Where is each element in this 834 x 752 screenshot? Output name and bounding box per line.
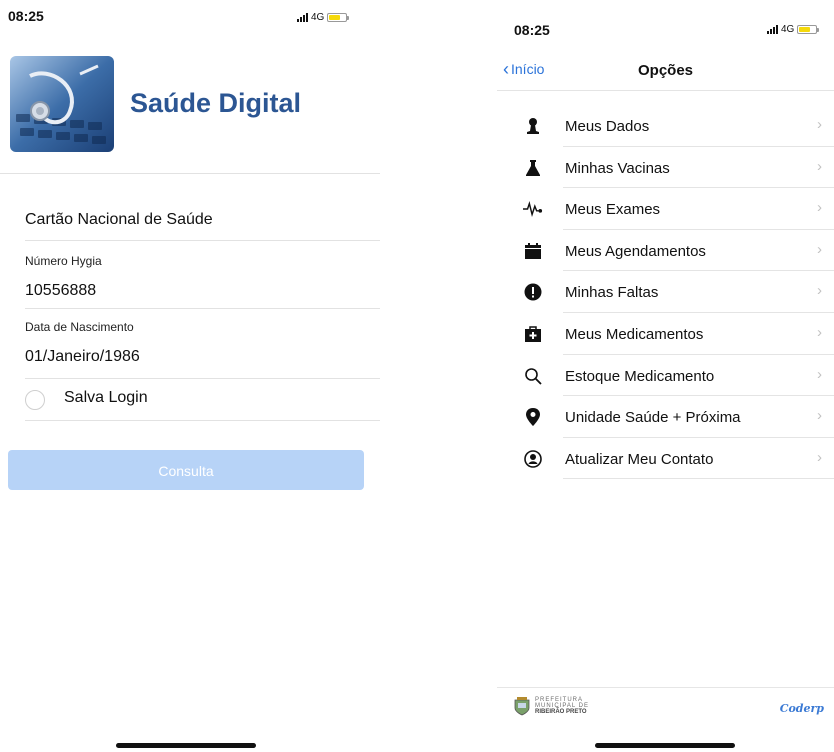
home-indicator (116, 743, 256, 748)
menu-item-label: Meus Medicamentos (565, 325, 704, 343)
flask-icon (523, 158, 543, 178)
menu-item-atualizar-contato[interactable]: Atualizar Meu Contato › (497, 438, 834, 480)
coderp-logo: Coderp (779, 702, 824, 715)
consulta-button[interactable]: Consulta (8, 450, 364, 490)
chevron-right-icon: › (817, 157, 822, 175)
chevron-right-icon: › (817, 365, 822, 383)
nav-divider (497, 90, 834, 91)
app-logo (10, 56, 114, 152)
signal-icon (297, 13, 308, 22)
divider (25, 420, 380, 421)
status-icons: 4G (297, 12, 350, 23)
chevron-right-icon: › (817, 199, 822, 217)
menu-item-label: Unidade Saúde + Próxima (565, 409, 741, 427)
status-bar: 08:25 4G (0, 8, 380, 38)
battery-icon (797, 25, 820, 34)
hygia-label: Número Hygia (25, 254, 102, 268)
chevron-right-icon: › (817, 116, 822, 133)
chevron-right-icon: › (817, 282, 822, 300)
menu-item-meus-dados[interactable]: Meus Dados › (497, 105, 834, 147)
menu-item-label: Meus Exames (565, 201, 661, 219)
save-login-label[interactable]: Salva Login (64, 389, 148, 407)
footer: PREFEITURA MUNICIPAL DE RIBEIRÃO PRETO C… (497, 687, 834, 728)
heartbeat-icon (523, 199, 543, 219)
options-menu: Meus Dados › Minhas Vacinas › Meus Exame… (497, 105, 834, 480)
chevron-right-icon: › (817, 240, 822, 258)
status-time: 08:25 (8, 8, 44, 24)
divider (563, 478, 834, 480)
status-time: 08:25 (514, 22, 550, 38)
menu-item-estoque-medicamento[interactable]: Estoque Medicamento › (497, 355, 834, 397)
hygia-number-field[interactable]: 10556888 (25, 282, 96, 300)
menu-item-label: Atualizar Meu Contato (565, 450, 714, 468)
medical-kit-icon (523, 324, 543, 344)
menu-item-minhas-faltas[interactable]: Minhas Faltas › (497, 271, 834, 313)
status-icons: 4G (767, 24, 820, 35)
coat-of-arms-icon (514, 697, 530, 716)
prefeitura-text: PREFEITURA MUNICIPAL DE RIBEIRÃO PRETO (535, 697, 589, 715)
alert-icon (523, 282, 543, 302)
network-type: 4G (311, 12, 325, 23)
menu-item-unidade-saude[interactable]: Unidade Saúde + Próxima › (497, 396, 834, 438)
divider (25, 308, 380, 309)
chevron-right-icon: › (817, 323, 822, 341)
person-icon (523, 116, 543, 136)
login-screen: 08:25 4G Saúde Digital Cartão Nacional d… (0, 0, 380, 752)
battery-icon (327, 13, 350, 22)
card-label: Cartão Nacional de Saúde (25, 211, 213, 228)
prefeitura-logo: PREFEITURA MUNICIPAL DE RIBEIRÃO PRETO (513, 696, 589, 716)
birth-date-label: Data de Nascimento (25, 320, 134, 334)
prefeitura-line-3: RIBEIRÃO PRETO (535, 709, 587, 715)
menu-item-label: Minhas Faltas (565, 284, 659, 302)
status-bar: 08:25 4G (497, 18, 834, 48)
options-screen: 08:25 4G ‹ Início Opções Meus Dados › Mi… (497, 0, 834, 752)
calendar-icon (523, 241, 543, 261)
menu-item-label: Meus Dados (565, 118, 650, 135)
location-pin-icon (523, 407, 543, 427)
menu-item-meus-exames[interactable]: Meus Exames › (497, 188, 834, 230)
menu-item-meus-agendamentos[interactable]: Meus Agendamentos › (497, 230, 834, 272)
signal-icon (767, 25, 778, 34)
network-type: 4G (781, 24, 795, 35)
home-indicator (595, 743, 735, 748)
chevron-right-icon: › (817, 407, 822, 425)
search-icon (523, 366, 543, 386)
birth-date-field[interactable]: 01/Janeiro/1986 (25, 348, 140, 366)
menu-item-label: Meus Agendamentos (565, 242, 706, 260)
contact-icon (523, 449, 543, 469)
page-title: Opções (637, 62, 694, 79)
menu-item-minhas-vacinas[interactable]: Minhas Vacinas › (497, 147, 834, 189)
app-title: Saúde Digital (130, 88, 302, 118)
menu-item-meus-medicamentos[interactable]: Meus Medicamentos › (497, 313, 834, 355)
divider (0, 173, 380, 174)
divider (25, 378, 380, 379)
chevron-right-icon: › (817, 448, 822, 466)
save-login-radio[interactable] (25, 390, 45, 410)
menu-item-label: Estoque Medicamento (565, 367, 715, 385)
divider (25, 240, 380, 241)
menu-item-label: Minhas Vacinas (565, 159, 670, 177)
